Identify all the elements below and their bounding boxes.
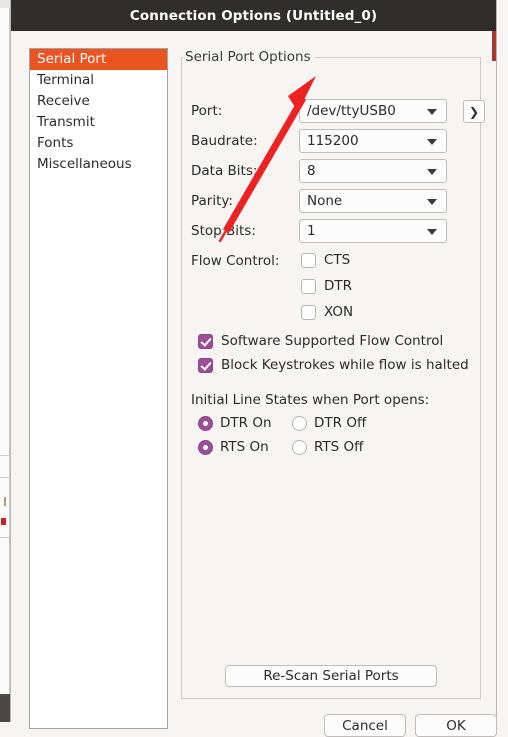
chevron-down-icon: [427, 139, 437, 145]
background-divider: [0, 455, 10, 456]
software-flow-control-label: Software Supported Flow Control: [221, 333, 443, 349]
chevron-down-icon: [427, 169, 437, 175]
background-divider: [0, 477, 10, 478]
connection-options-dialog: Connection Options (Untitled_0) Serial P…: [10, 0, 497, 722]
background-strip: [0, 0, 10, 8]
sidebar-item-receive[interactable]: Receive: [30, 91, 167, 112]
port-dropdown[interactable]: /dev/ttyUSB0: [299, 99, 447, 123]
dtr-on-label: DTR On: [220, 415, 272, 431]
baudrate-dropdown[interactable]: 115200: [299, 129, 447, 153]
stop-bits-label: Stop Bits:: [191, 223, 299, 239]
dtr-off-radio-row[interactable]: DTR Off: [292, 415, 366, 431]
rts-off-radio[interactable]: [292, 440, 307, 455]
parity-label: Parity:: [191, 193, 299, 209]
cancel-button[interactable]: Cancel: [324, 714, 406, 737]
dtr-label: DTR: [324, 278, 352, 294]
dtr-on-radio-row[interactable]: DTR On: [198, 415, 272, 431]
rescan-serial-ports-button[interactable]: Re-Scan Serial Ports: [225, 665, 437, 687]
rescan-button-label: Re-Scan Serial Ports: [263, 668, 398, 684]
dtr-checkbox-row[interactable]: DTR: [301, 278, 352, 294]
xon-checkbox-row[interactable]: XON: [301, 304, 353, 320]
background-divider: [0, 537, 10, 538]
data-bits-dropdown[interactable]: 8: [299, 159, 447, 183]
groupbox-title: Serial Port Options: [183, 49, 315, 65]
parity-row: Parity: None: [191, 189, 447, 213]
software-flow-control-checkbox[interactable]: [198, 334, 213, 349]
initial-line-states-heading: Initial Line States when Port opens:: [191, 392, 429, 408]
chevron-down-icon: [427, 199, 437, 205]
dialog-titlebar: Connection Options (Untitled_0): [11, 0, 496, 31]
data-bits-label: Data Bits:: [191, 163, 299, 179]
dialog-body: Serial Port Terminal Receive Transmit Fo…: [11, 31, 496, 722]
dtr-checkbox[interactable]: [301, 279, 316, 294]
flow-control-label: Flow Control:: [191, 253, 279, 269]
block-keystrokes-checkbox[interactable]: [198, 358, 213, 373]
baudrate-row: Baudrate: 115200: [191, 129, 447, 153]
baudrate-value: 115200: [307, 133, 359, 149]
baudrate-label: Baudrate:: [191, 133, 299, 149]
rts-off-label: RTS Off: [314, 439, 363, 455]
block-keystrokes-label: Block Keystrokes while flow is halted: [221, 357, 469, 373]
dtr-off-radio[interactable]: [292, 416, 307, 431]
parity-dropdown[interactable]: None: [299, 189, 447, 213]
sidebar-item-label: Fonts: [37, 135, 73, 151]
port-value: /dev/ttyUSB0: [307, 103, 396, 119]
port-next-button[interactable]: ❯: [463, 100, 485, 123]
rts-on-radio-row[interactable]: RTS On: [198, 439, 269, 455]
sidebar-item-transmit[interactable]: Transmit: [30, 112, 167, 133]
stop-bits-dropdown[interactable]: 1: [299, 219, 447, 243]
cts-label: CTS: [324, 252, 350, 268]
rts-on-radio[interactable]: [198, 440, 213, 455]
sidebar-item-label: Serial Port: [37, 51, 106, 67]
sidebar-item-label: Transmit: [37, 114, 95, 130]
software-flow-control-row[interactable]: Software Supported Flow Control: [198, 333, 443, 349]
cts-checkbox-row[interactable]: CTS: [301, 252, 350, 268]
chevron-down-icon: [427, 229, 437, 235]
dtr-off-label: DTR Off: [314, 415, 366, 431]
sidebar-item-label: Terminal: [37, 72, 94, 88]
chevron-right-icon: ❯: [469, 105, 479, 119]
desktop-background: Connection Options (Untitled_0) Serial P…: [0, 0, 508, 722]
data-bits-value: 8: [307, 163, 316, 179]
sidebar-item-serial-port[interactable]: Serial Port: [30, 49, 167, 70]
port-row: Port: /dev/ttyUSB0: [191, 99, 447, 123]
cancel-button-label: Cancel: [342, 718, 388, 734]
xon-checkbox[interactable]: [301, 305, 316, 320]
sidebar-item-terminal[interactable]: Terminal: [30, 70, 167, 91]
dialog-title: Connection Options (Untitled_0): [130, 8, 377, 24]
settings-category-list[interactable]: Serial Port Terminal Receive Transmit Fo…: [29, 48, 168, 729]
sidebar-item-miscellaneous[interactable]: Miscellaneous: [30, 154, 167, 175]
background-window-sliver: [0, 0, 10, 722]
data-bits-row: Data Bits: 8: [191, 159, 447, 183]
port-label: Port:: [191, 103, 299, 119]
sidebar-item-label: Miscellaneous: [37, 156, 132, 172]
ok-button[interactable]: OK: [415, 714, 497, 737]
block-keystrokes-row[interactable]: Block Keystrokes while flow is halted: [198, 357, 469, 373]
serial-port-options-groupbox: [181, 57, 481, 699]
background-marker-icon: [4, 497, 6, 506]
xon-label: XON: [324, 304, 353, 320]
background-dock: [0, 694, 10, 722]
dtr-on-radio[interactable]: [198, 416, 213, 431]
chevron-down-icon: [427, 109, 437, 115]
sidebar-item-label: Receive: [37, 93, 90, 109]
stop-bits-value: 1: [307, 223, 316, 239]
rts-on-label: RTS On: [220, 439, 269, 455]
stop-bits-row: Stop Bits: 1: [191, 219, 447, 243]
ok-button-label: OK: [446, 718, 465, 734]
sidebar-item-fonts[interactable]: Fonts: [30, 133, 167, 154]
rts-off-radio-row[interactable]: RTS Off: [292, 439, 363, 455]
background-red-marker-icon: [1, 518, 6, 525]
parity-value: None: [307, 193, 342, 209]
cts-checkbox[interactable]: [301, 253, 316, 268]
